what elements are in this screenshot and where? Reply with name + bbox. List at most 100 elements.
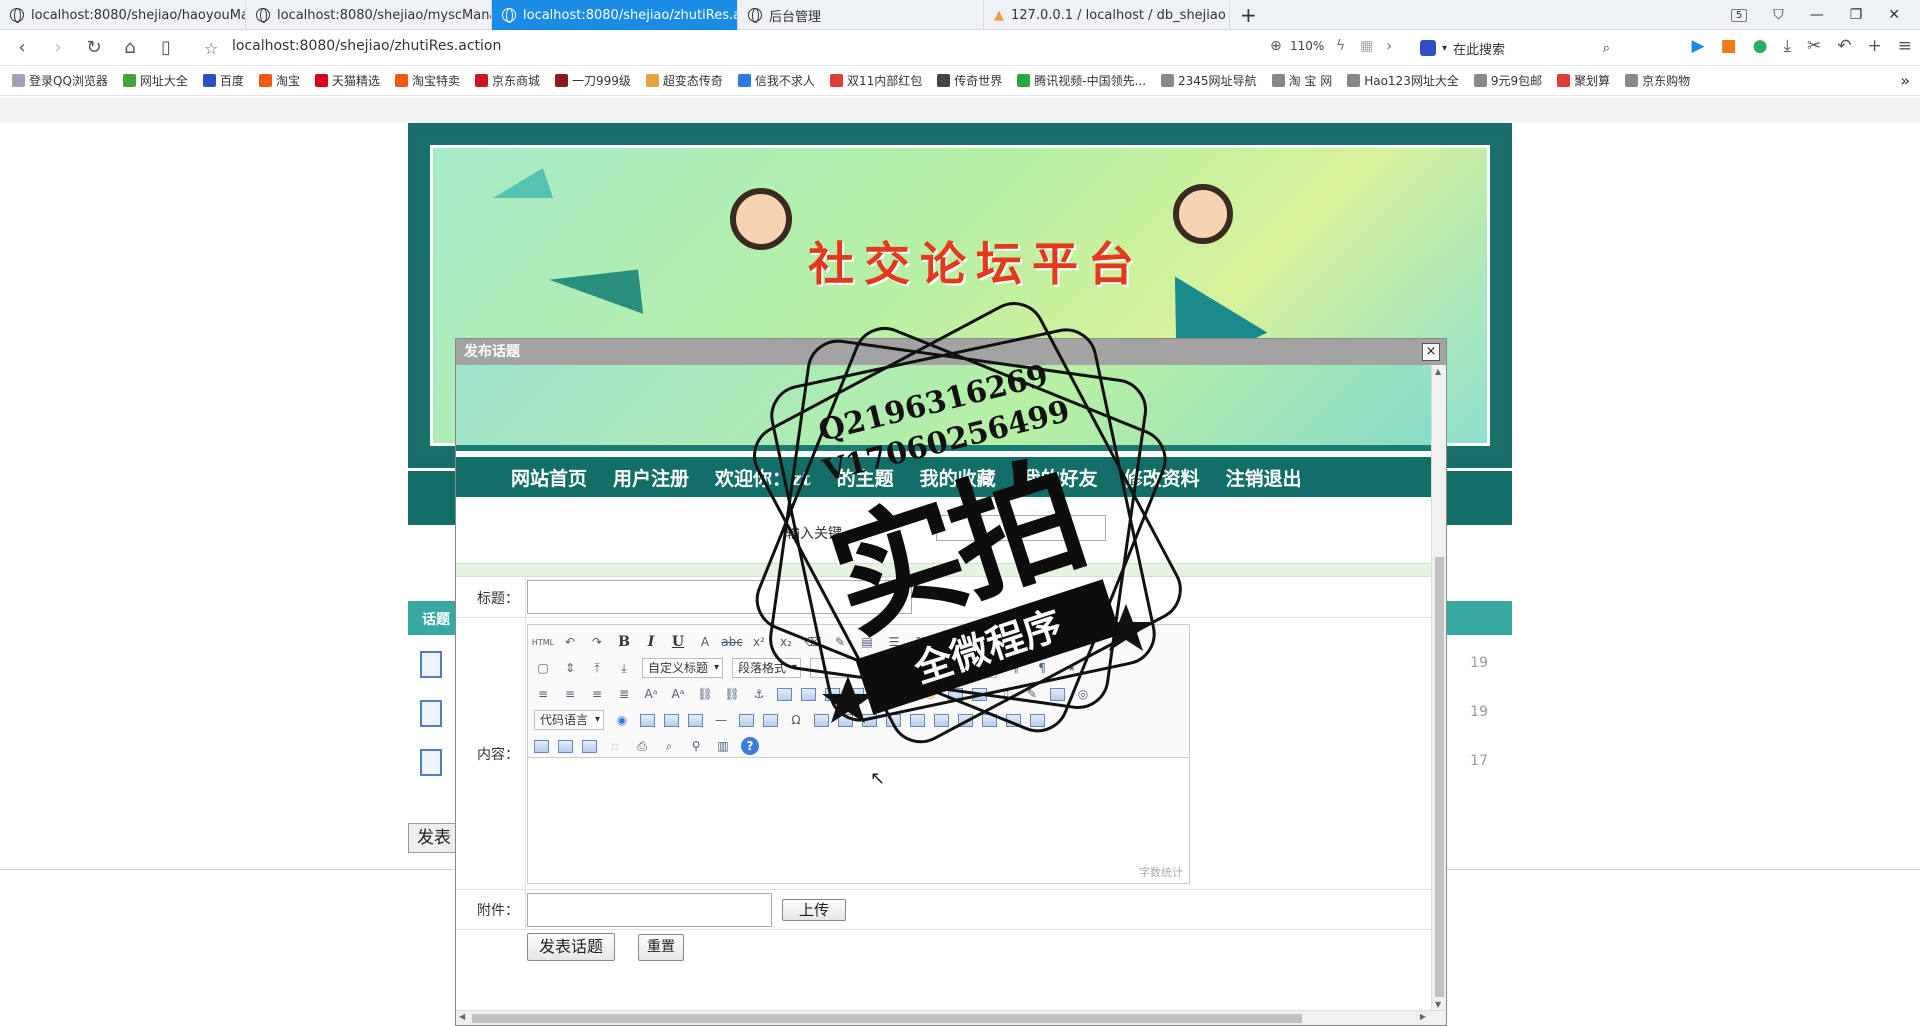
underline-icon[interactable]: U (669, 633, 687, 651)
emotion-icon[interactable]: ☺ (921, 685, 939, 703)
horizontal-scrollbar[interactable]: ◀ ▶ (456, 1010, 1446, 1025)
gmap-icon[interactable]: ◎ (1074, 685, 1092, 703)
background-icon[interactable] (688, 713, 703, 727)
bookmark-item[interactable]: 2345网址导航 (1161, 72, 1257, 89)
music-icon[interactable]: ♫ (996, 685, 1014, 703)
font-border-icon[interactable]: A (696, 633, 714, 651)
image-none-icon[interactable] (777, 687, 792, 701)
reload-icon[interactable]: ↻ (76, 30, 112, 66)
video-icon[interactable]: ■ (1721, 36, 1737, 56)
rtl-icon[interactable]: ¶ (1033, 659, 1051, 677)
strikethrough-icon[interactable]: abc (721, 633, 743, 651)
fullscreen-icon[interactable]: ▣ (966, 633, 984, 651)
print-icon[interactable]: ⎙ (633, 737, 651, 755)
map-icon[interactable] (1050, 687, 1065, 701)
nav-my-friends[interactable]: 我的好友 (1022, 464, 1098, 491)
link-icon[interactable]: ⛓ (696, 685, 714, 703)
merge-cells-icon[interactable] (1006, 713, 1021, 727)
title-input[interactable] (527, 580, 912, 614)
superscript-icon[interactable]: x² (750, 633, 768, 651)
search-icon[interactable]: ⌕ (1603, 41, 1610, 56)
scroll-right-icon[interactable]: ▶ (1420, 1012, 1426, 1021)
address-bar[interactable]: localhost:8080/shejiao/zhutiRes.action (232, 38, 501, 54)
code-language-select[interactable]: 代码语言 (534, 710, 604, 730)
bookmark-item[interactable]: Hao123网址大全 (1347, 72, 1459, 89)
table-props-icon[interactable] (582, 739, 597, 753)
insert-image-icon[interactable] (873, 687, 888, 701)
bookmark-item[interactable]: 聚划算 (1557, 72, 1610, 89)
align-left-icon[interactable]: ≡ (534, 685, 552, 703)
attachment-input[interactable] (527, 893, 772, 927)
template-icon[interactable] (664, 713, 679, 727)
anchor-icon[interactable]: ⚓ (750, 685, 768, 703)
bookmark-item[interactable]: 登录QQ浏览器 (12, 72, 108, 89)
chart-icon[interactable]: ▫ (606, 737, 624, 755)
scrawl-icon[interactable] (948, 687, 963, 701)
attachment-icon[interactable]: ✎ (1023, 685, 1041, 703)
submit-topic-button[interactable]: 发表话题 (527, 933, 615, 961)
vertical-scroll-thumb[interactable] (1435, 557, 1444, 997)
delete-table-icon[interactable] (886, 713, 901, 727)
drafts-icon[interactable]: ▥ (714, 737, 732, 755)
menu-icon[interactable]: ≡ (1898, 36, 1912, 56)
subscript-icon[interactable]: x₂ (777, 633, 795, 651)
line-height-icon[interactable]: ⇕ (561, 659, 579, 677)
nav-home[interactable]: 网站首页 (511, 464, 587, 491)
close-icon[interactable]: × (1422, 343, 1440, 361)
new-doc-icon[interactable]: ▢ (534, 659, 552, 677)
browser-tab-4[interactable]: 后台管理 (738, 0, 984, 30)
nav-my-topics[interactable]: 的主题 (837, 464, 894, 491)
paste-icon[interactable]: ▤ (858, 633, 876, 651)
insert-table-icon[interactable] (862, 713, 877, 727)
play-icon[interactable]: ▶ (1692, 36, 1705, 56)
format-painter-icon[interactable]: ✎ (831, 633, 849, 651)
unordered-list-icon[interactable]: ☷ (912, 633, 930, 651)
bookmark-item[interactable]: 京东商城 (474, 72, 540, 89)
nav-edit-profile[interactable]: 修改资料 (1124, 464, 1200, 491)
editor-body[interactable] (528, 759, 1189, 867)
case-lower-icon[interactable]: Aᵃ (669, 685, 687, 703)
scroll-left-icon[interactable]: ◀ (459, 1012, 465, 1021)
bookmark-item[interactable]: 信我不求人 (737, 72, 815, 89)
help-icon[interactable]: ? (741, 737, 759, 755)
insert-row-icon[interactable] (910, 713, 925, 727)
italic-icon[interactable]: I (642, 633, 660, 651)
case-upper-icon[interactable]: Aᵃ (642, 685, 660, 703)
bookmark-item[interactable]: 百度 (202, 72, 244, 89)
unlink-icon[interactable]: ⛓ (723, 685, 741, 703)
bookmark-item[interactable]: 网址大全 (122, 72, 188, 89)
download-icon[interactable]: ⤓ (1783, 36, 1791, 56)
bookmark-item[interactable]: 9元9包邮 (1473, 72, 1542, 89)
bookmark-item[interactable]: 一刀999级 (555, 72, 631, 89)
image-right-icon[interactable] (825, 687, 840, 701)
gift-icon[interactable]: ⛉ (1773, 7, 1784, 23)
scroll-up-icon[interactable]: ▲ (1435, 367, 1441, 376)
apps-icon[interactable]: ▦ (1360, 38, 1373, 54)
nav-my-favorites[interactable]: 我的收藏 (920, 464, 996, 491)
html-source-icon[interactable]: HTML (532, 633, 554, 651)
video-icon[interactable] (972, 687, 987, 701)
home-icon[interactable]: ⌂ (112, 30, 148, 66)
nav-logout[interactable]: 注销退出 (1226, 464, 1302, 491)
bookmark-item[interactable]: 淘 宝 网 (1271, 72, 1332, 89)
time-icon[interactable] (763, 713, 778, 727)
reading-icon[interactable]: ▯ (148, 30, 184, 66)
split-cells-icon[interactable] (1030, 713, 1045, 727)
bold-icon[interactable]: B (615, 633, 633, 651)
row-spacing-top-icon[interactable]: ⤒ (588, 659, 606, 677)
bookmark-item[interactable]: 京东购物 (1625, 72, 1690, 89)
close-window-icon[interactable]: ✕ (1888, 7, 1900, 23)
bookmark-item[interactable]: 淘宝特卖 (394, 72, 460, 89)
minimize-icon[interactable]: — (1810, 7, 1824, 23)
browser-tab-5[interactable]: ▲ 127.0.0.1 / localhost / db_shejiao / (984, 0, 1230, 30)
search-engine-dropdown-icon[interactable]: ▾ (1442, 43, 1447, 54)
redo-icon[interactable]: ↷ (588, 633, 606, 651)
bookmark-item[interactable]: 传奇世界 (937, 72, 1002, 89)
ltr-icon[interactable]: ¶ (1006, 659, 1024, 677)
bookmark-item[interactable]: 超变态传奇 (645, 72, 723, 89)
preview-icon[interactable]: ⌕ (660, 737, 678, 755)
split-cols-icon[interactable] (558, 739, 573, 753)
bookmarks-overflow-icon[interactable]: » (1900, 71, 1910, 90)
align-right-icon[interactable]: ≡ (588, 685, 606, 703)
back-icon[interactable]: ‹ (4, 30, 40, 66)
